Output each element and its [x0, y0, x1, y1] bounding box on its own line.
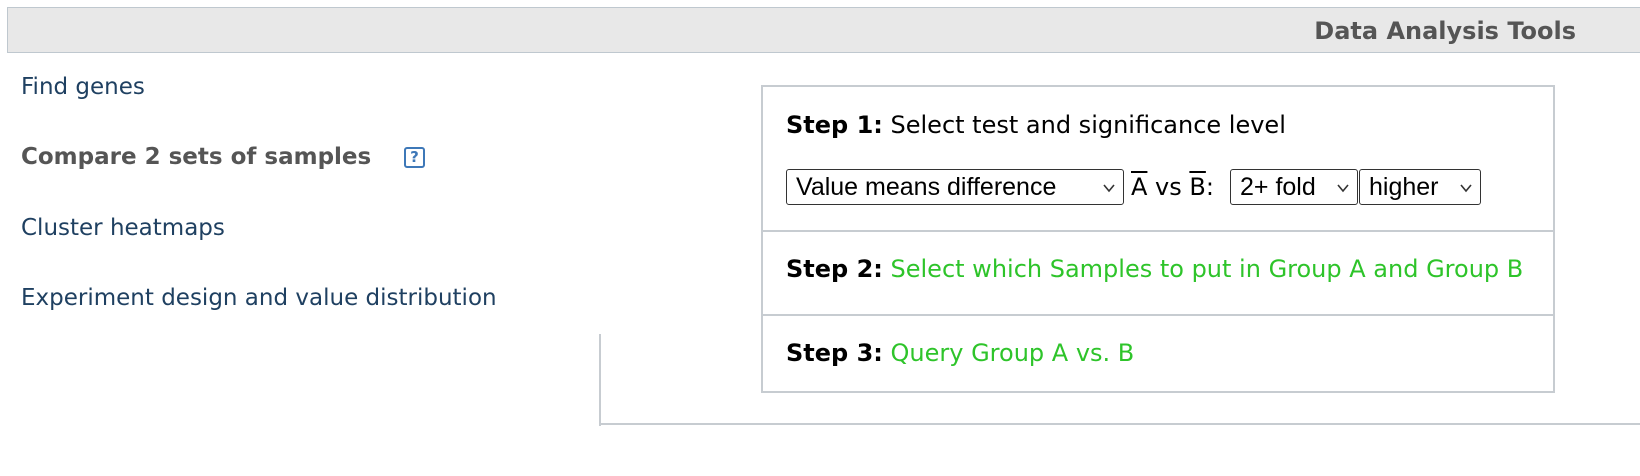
nav-find-genes[interactable]: Find genes	[21, 74, 145, 100]
step-3-heading: Step 3: Query Group A vs. B	[786, 339, 1134, 367]
compare-steps-panel: Step 1: Select test and significance lev…	[761, 85, 1555, 393]
step-1-text: Select test and significance level	[890, 111, 1286, 139]
test-type-select[interactable]: Value means difference	[786, 169, 1124, 205]
nav-experiment-design[interactable]: Experiment design and value distribution	[21, 285, 497, 311]
direction-value: higher	[1369, 173, 1439, 201]
test-type-value: Value means difference	[796, 173, 1057, 201]
step-3-section: Step 3: Query Group A vs. B	[763, 316, 1553, 391]
tools-header-title: Data Analysis Tools	[1314, 17, 1576, 45]
vs-word: vs	[1147, 173, 1190, 201]
group-a-mean: A	[1131, 173, 1148, 201]
vs-colon: :	[1205, 173, 1214, 201]
direction-select[interactable]: higher	[1359, 169, 1481, 205]
step-1-label: Step 1:	[786, 111, 883, 139]
nav-cluster-heatmaps[interactable]: Cluster heatmaps	[21, 215, 225, 241]
step-2-heading: Step 2: Select which Samples to put in G…	[786, 255, 1523, 283]
fold-change-value: 2+ fold	[1240, 173, 1316, 201]
query-groups-link[interactable]: Query Group A vs. B	[891, 339, 1135, 367]
panel-bracket-vertical	[599, 334, 601, 426]
select-samples-link[interactable]: Select which Samples to put in Group A a…	[891, 255, 1524, 283]
groups-comparison-label: A vs B:	[1131, 171, 1214, 203]
step-1-section: Step 1: Select test and significance lev…	[763, 87, 1553, 232]
step-3-label: Step 3:	[786, 339, 883, 367]
nav-compare-samples[interactable]: Compare 2 sets of samples	[21, 144, 371, 170]
fold-change-select[interactable]: 2+ fold	[1230, 169, 1358, 205]
step-2-label: Step 2:	[786, 255, 883, 283]
chevron-down-icon	[1460, 184, 1472, 193]
group-b-mean: B	[1189, 173, 1206, 201]
tools-header-bar: Data Analysis Tools	[7, 7, 1640, 53]
chevron-down-icon	[1337, 184, 1349, 193]
step-2-section: Step 2: Select which Samples to put in G…	[763, 232, 1553, 316]
help-icon[interactable]: ?	[404, 147, 425, 168]
step-1-heading: Step 1: Select test and significance lev…	[786, 111, 1286, 139]
panel-bracket-horizontal	[599, 423, 1640, 425]
chevron-down-icon	[1103, 184, 1115, 193]
